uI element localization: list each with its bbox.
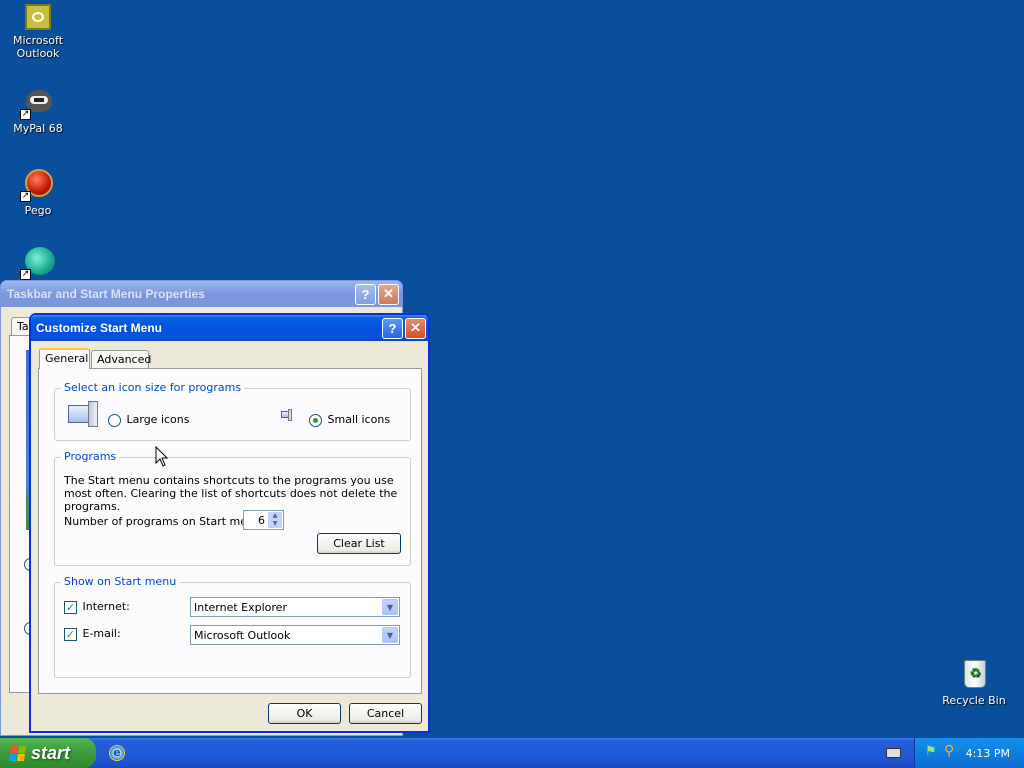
- window-title: Taskbar and Start Menu Properties: [7, 287, 205, 301]
- quick-launch-ie-icon[interactable]: e: [109, 745, 125, 761]
- dialog-titlebar[interactable]: Customize Start Menu ? ✕: [31, 315, 428, 341]
- tab-general[interactable]: General: [39, 348, 90, 369]
- internet-select-value: Internet Explorer: [194, 600, 287, 614]
- group-title: Programs: [61, 450, 120, 463]
- small-icons-option[interactable]: Small icons: [309, 413, 390, 427]
- email-option[interactable]: ✓ E-mail:: [64, 627, 121, 641]
- stepper-down-icon[interactable]: ▼: [268, 520, 282, 528]
- network-icon[interactable]: ⚑: [925, 745, 939, 759]
- group-title: Show on Start menu: [61, 575, 180, 588]
- help-button[interactable]: ?: [382, 317, 403, 339]
- general-panel: Select an icon size for programs Large i…: [38, 368, 422, 694]
- email-select[interactable]: Microsoft Outlook ▼: [190, 625, 400, 645]
- icon-size-group: Select an icon size for programs Large i…: [54, 381, 411, 441]
- browser-icon: ↗: [20, 246, 55, 280]
- keyboard-icon[interactable]: [886, 748, 901, 758]
- system-tray: ⚑ ⚲ 4:13 PM: [914, 738, 1024, 768]
- cancel-button[interactable]: Cancel: [349, 703, 422, 724]
- mypal-icon: ↗: [20, 86, 54, 120]
- show-on-start-group: Show on Start menu ✓ Internet: Internet …: [54, 575, 411, 678]
- large-icons-option[interactable]: Large icons: [108, 413, 189, 427]
- customize-start-menu-dialog: Customize Start Menu ? ✕ General Advance…: [29, 313, 430, 733]
- desktop-icon-label: Microsoft Outlook: [12, 34, 64, 60]
- clock[interactable]: 4:13 PM: [966, 747, 1010, 760]
- start-label: start: [31, 742, 71, 763]
- email-label: E-mail:: [82, 627, 121, 640]
- programs-description: The Start menu contains shortcuts to the…: [64, 474, 398, 513]
- desktop-icon-label: Recycle Bin: [942, 694, 1006, 707]
- desktop-icon-label: Pego: [24, 204, 52, 217]
- shortcut-arrow-icon: ↗: [20, 269, 31, 280]
- tab-advanced[interactable]: Advanced: [91, 350, 151, 368]
- large-icons-radio[interactable]: [108, 413, 121, 427]
- desktop-icon-outlook[interactable]: Microsoft Outlook: [0, 4, 76, 60]
- start-button[interactable]: start: [0, 738, 96, 768]
- shortcut-arrow-icon: ↗: [20, 109, 31, 120]
- program-count-stepper[interactable]: 6 ▲ ▼: [243, 510, 284, 530]
- chevron-down-icon[interactable]: ▼: [382, 627, 398, 643]
- taskbar-properties-titlebar[interactable]: Taskbar and Start Menu Properties ? ✕: [1, 281, 402, 307]
- windows-logo-icon: [8, 745, 27, 761]
- small-icons-radio[interactable]: [309, 413, 322, 427]
- desktop-icon-recycle-bin[interactable]: ♻ Recycle Bin: [936, 658, 1012, 707]
- group-title: Select an icon size for programs: [61, 381, 245, 394]
- desktop-icon-pego[interactable]: ↗ Pego: [0, 168, 76, 217]
- program-count-value: 6: [258, 514, 265, 527]
- email-checkbox[interactable]: ✓: [64, 627, 77, 641]
- close-button[interactable]: ✕: [378, 283, 399, 305]
- internet-checkbox[interactable]: ✓: [64, 600, 77, 614]
- stepper-up-icon[interactable]: ▲: [268, 512, 282, 520]
- ok-button[interactable]: OK: [268, 703, 341, 724]
- small-icons-label: Small icons: [327, 413, 391, 426]
- internet-select[interactable]: Internet Explorer ▼: [190, 597, 400, 617]
- desktop-icon-label: MyPal 68: [13, 122, 63, 135]
- internet-label: Internet:: [82, 600, 130, 613]
- large-icons-icon: [68, 401, 100, 429]
- internet-option[interactable]: ✓ Internet:: [64, 600, 130, 614]
- email-select-value: Microsoft Outlook: [194, 628, 291, 642]
- chevron-down-icon[interactable]: ▼: [382, 599, 398, 615]
- search-icon[interactable]: ⚲: [944, 744, 958, 758]
- mouse-cursor: [155, 446, 169, 467]
- outlook-icon: [25, 4, 51, 30]
- desktop-icon-browser[interactable]: ↗: [0, 246, 76, 282]
- programs-group: Programs The Start menu contains shortcu…: [54, 450, 411, 566]
- large-icons-label: Large icons: [126, 413, 190, 426]
- help-button[interactable]: ?: [355, 283, 376, 305]
- taskbar: start e ⚑ ⚲ 4:13 PM: [0, 738, 1024, 768]
- dialog-title: Customize Start Menu: [36, 321, 163, 335]
- desktop-icon-mypal[interactable]: ↗ MyPal 68: [0, 86, 76, 135]
- clear-list-button[interactable]: Clear List: [317, 533, 401, 554]
- shortcut-arrow-icon: ↗: [20, 191, 31, 202]
- small-icons-icon: [281, 409, 293, 423]
- pego-icon: ↗: [20, 168, 54, 202]
- close-button[interactable]: ✕: [405, 317, 426, 339]
- recycle-bin-icon: ♻: [958, 658, 990, 690]
- program-count-label: Number of programs on Start menu:: [64, 515, 265, 528]
